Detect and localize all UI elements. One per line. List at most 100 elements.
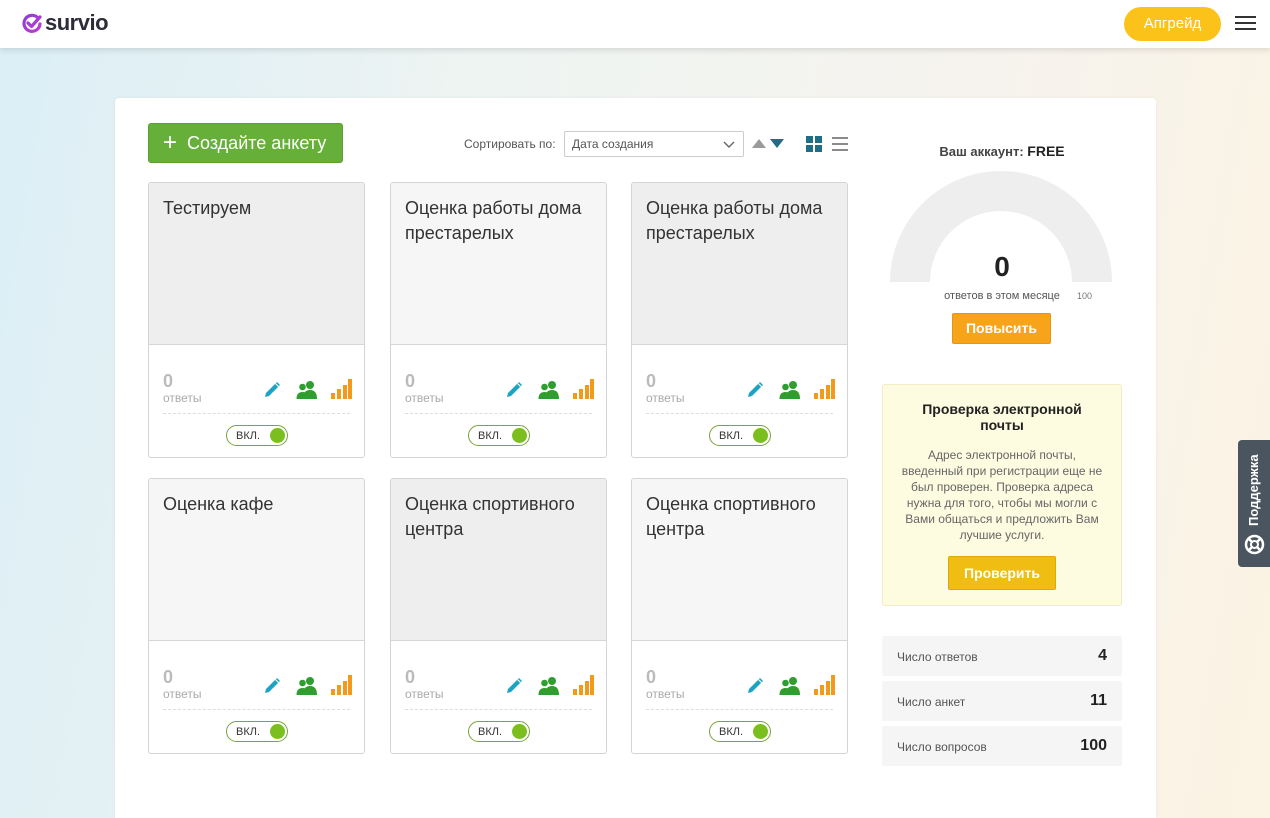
gauge-value: 0 xyxy=(994,251,1010,282)
results-chart-icon[interactable] xyxy=(813,378,835,400)
email-verification-box: Проверка электронной почты Адрес электро… xyxy=(882,384,1122,606)
survey-card-preview[interactable]: Оценка спортивного центра xyxy=(391,479,606,641)
survey-card[interactable]: Оценка работы дома престарелых 0 ответы xyxy=(631,182,848,458)
stat-name: Число анкет xyxy=(897,695,966,709)
stat-value: 11 xyxy=(1090,692,1107,709)
survey-active-toggle[interactable]: ВКЛ. xyxy=(468,425,530,446)
survey-title[interactable]: Оценка спортивного центра xyxy=(405,492,592,542)
survey-response-count: 0 xyxy=(646,371,657,391)
edit-pencil-icon[interactable] xyxy=(504,378,526,400)
account-plan-name: FREE xyxy=(1027,143,1065,159)
card-divider xyxy=(646,709,833,710)
respondents-users-icon[interactable] xyxy=(296,380,318,400)
sort-select[interactable]: Дата создания xyxy=(564,131,744,157)
survey-response-count: 0 xyxy=(646,667,657,687)
create-survey-button[interactable]: + Создайте анкету xyxy=(148,123,343,163)
chevron-down-icon xyxy=(723,141,735,148)
survey-actions xyxy=(745,378,835,400)
respondents-users-icon[interactable] xyxy=(779,676,801,696)
edit-pencil-icon[interactable] xyxy=(262,674,284,696)
edit-pencil-icon[interactable] xyxy=(504,674,526,696)
edit-pencil-icon[interactable] xyxy=(745,378,767,400)
card-divider xyxy=(646,413,833,414)
card-divider xyxy=(405,413,592,414)
toggle-label: ВКЛ. xyxy=(236,726,261,738)
survey-title[interactable]: Оценка работы дома престарелых xyxy=(646,196,833,246)
toggle-knob xyxy=(270,428,285,443)
toggle-label: ВКЛ. xyxy=(719,726,744,738)
survey-card-preview[interactable]: Тестируем xyxy=(149,183,364,345)
survey-response-stats: 0 ответы xyxy=(405,371,444,405)
survey-active-toggle[interactable]: ВКЛ. xyxy=(709,425,771,446)
survey-response-count: 0 xyxy=(405,371,416,391)
support-tab[interactable]: Поддержка xyxy=(1238,440,1270,567)
survey-actions xyxy=(745,674,835,696)
create-survey-label: Создайте анкету xyxy=(187,132,327,153)
survey-card-preview[interactable]: Оценка кафе xyxy=(149,479,364,641)
grid-view-icon[interactable] xyxy=(806,136,822,152)
account-plan: Ваш аккаунт: FREE xyxy=(882,143,1122,159)
edit-pencil-icon[interactable] xyxy=(262,378,284,400)
survey-card[interactable]: Оценка работы дома престарелых 0 ответы xyxy=(390,182,607,458)
survey-title[interactable]: Оценка работы дома престарелых xyxy=(405,196,592,246)
results-chart-icon[interactable] xyxy=(330,378,352,400)
toggle-knob xyxy=(512,428,527,443)
sort-ascending-icon[interactable] xyxy=(752,139,766,148)
stat-row-surveys: Число анкет 11 xyxy=(882,681,1122,721)
survey-response-stats: 0 ответы xyxy=(163,371,202,405)
survey-card[interactable]: Оценка спортивного центра 0 ответы ВКЛ. xyxy=(631,478,848,754)
survey-active-toggle[interactable]: ВКЛ. xyxy=(226,721,288,742)
toggle-knob xyxy=(512,724,527,739)
sort-label: Сортировать по: xyxy=(464,137,556,151)
results-chart-icon[interactable] xyxy=(572,378,594,400)
edit-pencil-icon[interactable] xyxy=(745,674,767,696)
results-chart-icon[interactable] xyxy=(330,674,352,696)
stat-row-responses: Число ответов 4 xyxy=(882,636,1122,676)
survey-response-label: ответы xyxy=(163,687,202,701)
support-label: Поддержка xyxy=(1246,454,1261,526)
list-view-icon[interactable] xyxy=(832,137,848,151)
hamburger-menu-icon[interactable] xyxy=(1235,16,1256,32)
upgrade-button[interactable]: Апгрейд xyxy=(1124,7,1221,41)
stat-value: 100 xyxy=(1080,737,1107,754)
survey-card-preview[interactable]: Оценка спортивного центра xyxy=(632,479,847,641)
card-divider xyxy=(405,709,592,710)
survey-card-preview[interactable]: Оценка работы дома престарелых xyxy=(632,183,847,345)
survey-active-toggle[interactable]: ВКЛ. xyxy=(709,721,771,742)
survey-response-stats: 0 ответы xyxy=(646,371,685,405)
survey-title[interactable]: Тестируем xyxy=(163,196,350,221)
toggle-label: ВКЛ. xyxy=(478,430,503,442)
survey-response-label: ответы xyxy=(405,687,444,701)
respondents-users-icon[interactable] xyxy=(296,676,318,696)
respondents-users-icon[interactable] xyxy=(538,676,560,696)
respondents-users-icon[interactable] xyxy=(779,380,801,400)
results-chart-icon[interactable] xyxy=(813,674,835,696)
stat-name: Число ответов xyxy=(897,650,978,664)
survey-response-label: ответы xyxy=(405,391,444,405)
raise-plan-button[interactable]: Повысить xyxy=(952,313,1051,344)
survey-response-label: ответы xyxy=(646,687,685,701)
survey-response-count: 0 xyxy=(163,371,174,391)
survey-active-toggle[interactable]: ВКЛ. xyxy=(468,721,530,742)
email-verification-text: Адрес электронной почты, введенный при р… xyxy=(901,448,1103,542)
top-bar: survio Апгрейд xyxy=(0,0,1270,48)
survey-title[interactable]: Оценка кафе xyxy=(163,492,350,517)
survio-check-icon xyxy=(22,13,42,33)
survio-logo[interactable]: survio xyxy=(22,10,109,36)
survey-response-stats: 0 ответы xyxy=(163,667,202,701)
account-label: Ваш аккаунт: xyxy=(939,144,1024,159)
respondents-users-icon[interactable] xyxy=(538,380,560,400)
email-verification-title: Проверка электронной почты xyxy=(922,401,1082,433)
toggle-knob xyxy=(753,428,768,443)
verify-email-button[interactable]: Проверить xyxy=(948,556,1056,590)
results-chart-icon[interactable] xyxy=(572,674,594,696)
survey-active-toggle[interactable]: ВКЛ. xyxy=(226,425,288,446)
survey-card[interactable]: Оценка кафе 0 ответы ВКЛ. xyxy=(148,478,365,754)
survey-title[interactable]: Оценка спортивного центра xyxy=(646,492,833,542)
survey-card-preview[interactable]: Оценка работы дома престарелых xyxy=(391,183,606,345)
survey-card[interactable]: Тестируем 0 ответы ВКЛ. xyxy=(148,182,365,458)
sort-descending-icon[interactable] xyxy=(770,139,784,148)
survey-card[interactable]: Оценка спортивного центра 0 ответы ВКЛ. xyxy=(390,478,607,754)
survey-response-label: ответы xyxy=(646,391,685,405)
stat-row-questions: Число вопросов 100 xyxy=(882,726,1122,766)
